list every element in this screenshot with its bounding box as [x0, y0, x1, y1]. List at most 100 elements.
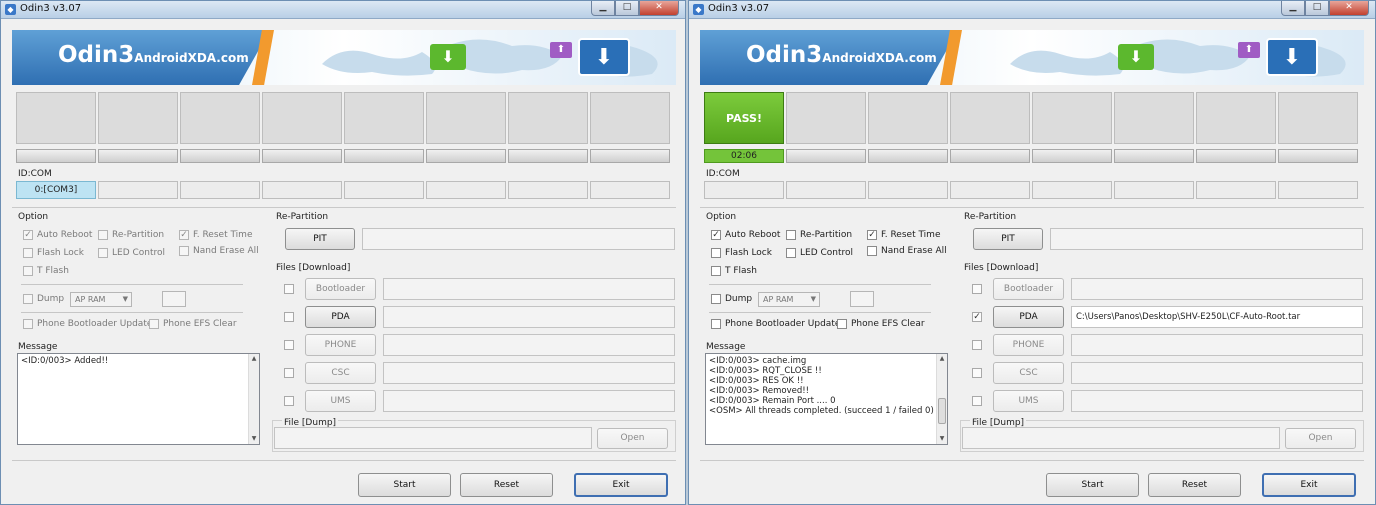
close-icon[interactable]: ✕: [1329, 1, 1369, 16]
open-button[interactable]: Open: [597, 428, 668, 449]
exit-button[interactable]: Exit: [574, 473, 668, 497]
f-reset-time-checkbox[interactable]: ✓ F. Reset Time: [867, 230, 940, 240]
reset-button[interactable]: Reset: [460, 473, 553, 497]
checkbox-box[interactable]: [23, 319, 33, 329]
file-path-field[interactable]: [1071, 362, 1363, 384]
led-control-checkbox[interactable]: LED Control: [98, 248, 165, 258]
close-icon[interactable]: ✕: [639, 1, 679, 16]
dump-value-box[interactable]: [850, 291, 874, 307]
file-button-pda[interactable]: PDA: [305, 306, 376, 328]
file-path-field[interactable]: [383, 334, 675, 356]
minimize-icon[interactable]: ▁: [1281, 1, 1305, 16]
pit-button[interactable]: PIT: [973, 228, 1043, 250]
file-row-checkbox[interactable]: [284, 396, 294, 406]
start-button[interactable]: Start: [1046, 473, 1139, 497]
flash-lock-checkbox[interactable]: Flash Lock: [711, 248, 772, 258]
phone-efs-clear-checkbox[interactable]: Phone EFS Clear: [149, 319, 237, 329]
pit-path-field[interactable]: [1050, 228, 1363, 250]
file-path-field[interactable]: [1071, 334, 1363, 356]
file-path-field[interactable]: C:\Users\Panos\Desktop\SHV-E250L\CF-Auto…: [1071, 306, 1363, 328]
maximize-icon[interactable]: □: [1305, 1, 1329, 16]
checkbox-box[interactable]: ✓: [179, 230, 189, 240]
file-button-ums[interactable]: UMS: [305, 390, 376, 412]
phone-bootloader-update-checkbox[interactable]: Phone Bootloader Update: [23, 319, 152, 329]
checkbox-box[interactable]: [179, 246, 189, 256]
file-dump-field[interactable]: [962, 427, 1280, 449]
pit-button[interactable]: PIT: [285, 228, 355, 250]
re-partition-checkbox[interactable]: Re-Partition: [786, 230, 852, 240]
checkbox-box[interactable]: ✓: [867, 230, 877, 240]
checkbox-box[interactable]: ✓: [23, 230, 33, 240]
scroll-thumb[interactable]: [938, 398, 946, 424]
file-row-checkbox[interactable]: [972, 340, 982, 350]
exit-button[interactable]: Exit: [1262, 473, 1356, 497]
t-flash-checkbox[interactable]: T Flash: [23, 266, 69, 276]
open-button[interactable]: Open: [1285, 428, 1356, 449]
message-log[interactable]: <ID:0/003> Added!! ▲ ▼: [17, 353, 260, 445]
checkbox-box[interactable]: [837, 319, 847, 329]
checkbox-box[interactable]: [711, 248, 721, 258]
scroll-down-icon[interactable]: ▼: [937, 434, 947, 444]
file-button-bootloader[interactable]: Bootloader: [305, 278, 376, 300]
checkbox-box[interactable]: ✓: [711, 230, 721, 240]
file-button-phone[interactable]: PHONE: [993, 334, 1064, 356]
dump-checkbox[interactable]: Dump: [711, 294, 752, 304]
led-control-checkbox[interactable]: LED Control: [786, 248, 853, 258]
auto-reboot-checkbox[interactable]: ✓ Auto Reboot: [23, 230, 92, 240]
nand-erase-all-checkbox[interactable]: Nand Erase All: [179, 246, 259, 256]
file-dump-field[interactable]: [274, 427, 592, 449]
dump-select[interactable]: AP RAM ▼: [758, 292, 820, 307]
file-row-checkbox[interactable]: [972, 284, 982, 294]
file-button-ums[interactable]: UMS: [993, 390, 1064, 412]
dump-value-box[interactable]: [162, 291, 186, 307]
file-row-checkbox[interactable]: [972, 368, 982, 378]
t-flash-checkbox[interactable]: T Flash: [711, 266, 757, 276]
file-path-field[interactable]: [1071, 390, 1363, 412]
minimize-icon[interactable]: ▁: [591, 1, 615, 16]
file-row-checkbox[interactable]: ✓: [972, 312, 982, 322]
file-button-bootloader[interactable]: Bootloader: [993, 278, 1064, 300]
message-scrollbar[interactable]: ▲ ▼: [936, 354, 947, 444]
message-log[interactable]: <ID:0/003> cache.img <ID:0/003> RQT_CLOSE…: [705, 353, 948, 445]
checkbox-box[interactable]: [711, 266, 721, 276]
file-row-checkbox[interactable]: [284, 284, 294, 294]
checkbox-box[interactable]: [786, 230, 796, 240]
message-scrollbar[interactable]: ▲ ▼: [248, 354, 259, 444]
file-button-phone[interactable]: PHONE: [305, 334, 376, 356]
flash-lock-checkbox[interactable]: Flash Lock: [23, 248, 84, 258]
pit-path-field[interactable]: [362, 228, 675, 250]
title-bar[interactable]: ◆ Odin3 v3.07 ▁ □ ✕: [1, 1, 685, 19]
scroll-down-icon[interactable]: ▼: [249, 434, 259, 444]
file-row-checkbox[interactable]: [284, 340, 294, 350]
file-button-pda[interactable]: PDA: [993, 306, 1064, 328]
scroll-up-icon[interactable]: ▲: [937, 354, 947, 364]
file-row-checkbox[interactable]: [284, 368, 294, 378]
auto-reboot-checkbox[interactable]: ✓ Auto Reboot: [711, 230, 780, 240]
file-path-field[interactable]: [383, 390, 675, 412]
file-button-csc[interactable]: CSC: [993, 362, 1064, 384]
file-path-field[interactable]: [383, 278, 675, 300]
title-bar[interactable]: ◆ Odin3 v3.07 ▁ □ ✕: [689, 1, 1375, 19]
checkbox-box[interactable]: [98, 248, 108, 258]
file-row-checkbox[interactable]: [972, 396, 982, 406]
checkbox-box[interactable]: [711, 319, 721, 329]
checkbox-box[interactable]: [23, 266, 33, 276]
checkbox-box[interactable]: [711, 294, 721, 304]
file-button-csc[interactable]: CSC: [305, 362, 376, 384]
scroll-up-icon[interactable]: ▲: [249, 354, 259, 364]
file-path-field[interactable]: [383, 362, 675, 384]
checkbox-box[interactable]: [149, 319, 159, 329]
f-reset-time-checkbox[interactable]: ✓ F. Reset Time: [179, 230, 252, 240]
checkbox-box[interactable]: [23, 294, 33, 304]
maximize-icon[interactable]: □: [615, 1, 639, 16]
nand-erase-all-checkbox[interactable]: Nand Erase All: [867, 246, 947, 256]
file-path-field[interactable]: [1071, 278, 1363, 300]
file-path-field[interactable]: [383, 306, 675, 328]
checkbox-box[interactable]: [98, 230, 108, 240]
reset-button[interactable]: Reset: [1148, 473, 1241, 497]
checkbox-box[interactable]: [786, 248, 796, 258]
phone-bootloader-update-checkbox[interactable]: Phone Bootloader Update: [711, 319, 840, 329]
checkbox-box[interactable]: [23, 248, 33, 258]
dump-checkbox[interactable]: Dump: [23, 294, 64, 304]
start-button[interactable]: Start: [358, 473, 451, 497]
